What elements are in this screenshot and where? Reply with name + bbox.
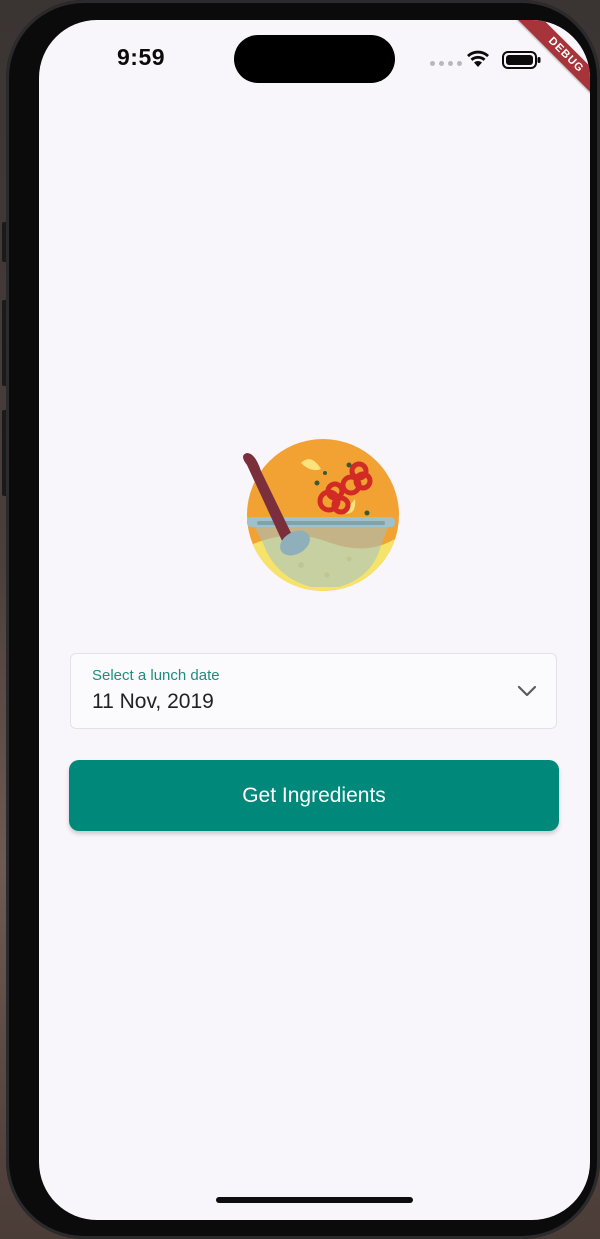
- status-time: 9:59: [117, 44, 166, 70]
- get-ingredients-button[interactable]: Get Ingredients: [69, 760, 559, 831]
- chevron-down-icon[interactable]: [517, 684, 537, 698]
- phone-frame: 9:59 DEBUG Select a lunch date 11 Nov, 2…: [6, 0, 600, 1239]
- date-field-label: Select a lunch date: [92, 667, 220, 684]
- cooking-pot-icon: [243, 439, 399, 591]
- home-indicator[interactable]: [216, 1197, 413, 1203]
- status-bar: 9:59 DEBUG: [39, 20, 590, 104]
- cellular-signal-icon: [430, 61, 462, 66]
- lunch-date-dropdown[interactable]: Select a lunch date 11 Nov, 2019: [70, 653, 557, 729]
- battery-icon: [502, 51, 541, 69]
- selected-date-value: 11 Nov, 2019: [92, 690, 214, 713]
- dynamic-island: [234, 35, 395, 83]
- app-screen: 9:59 DEBUG Select a lunch date 11 Nov, 2…: [39, 20, 590, 1220]
- wifi-icon: [467, 50, 489, 67]
